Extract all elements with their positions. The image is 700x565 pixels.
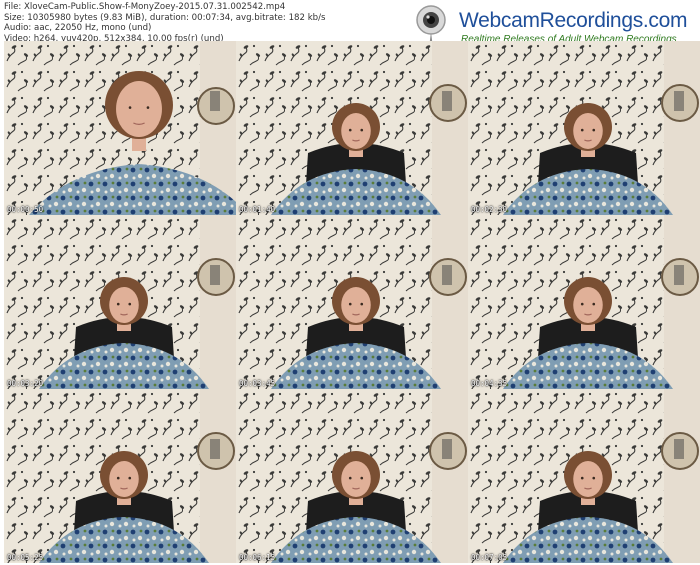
frame-timestamp: 00:00:50 bbox=[7, 205, 44, 214]
thumbnail-frame: 00:03:45 bbox=[236, 215, 468, 389]
frame-image bbox=[468, 389, 700, 563]
frame-timestamp: 00:03:20 bbox=[7, 379, 44, 388]
thumbnail-frame: 00:06:15 bbox=[236, 389, 468, 563]
frame-timestamp: 00:01:40 bbox=[239, 205, 276, 214]
thumbnail-frame: 00:07:05 bbox=[468, 389, 700, 563]
thumbnail-frame: 00:02:30 bbox=[468, 41, 700, 215]
frame-image bbox=[236, 389, 468, 563]
frame-image bbox=[236, 215, 468, 389]
frame-timestamp: 00:06:15 bbox=[239, 553, 276, 562]
frame-image bbox=[4, 41, 236, 215]
frame-image bbox=[468, 215, 700, 389]
frame-image bbox=[4, 389, 236, 563]
thumbnail-frame: 00:04:35 bbox=[468, 215, 700, 389]
frame-timestamp: 00:04:35 bbox=[471, 379, 508, 388]
file-info: File: XloveCam-Public.Show-f-MonyZoey-20… bbox=[4, 2, 326, 44]
thumbnail-frame: 00:03:20 bbox=[4, 215, 236, 389]
thumbnail-frame: 00:01:40 bbox=[236, 41, 468, 215]
thumbnail-frame: 00:05:25 bbox=[4, 389, 236, 563]
frame-image bbox=[236, 41, 468, 215]
frame-timestamp: 00:07:05 bbox=[471, 553, 508, 562]
frame-timestamp: 00:02:30 bbox=[471, 205, 508, 214]
frame-image bbox=[468, 41, 700, 215]
file-name: File: XloveCam-Public.Show-f-MonyZoey-20… bbox=[4, 2, 286, 12]
frame-timestamp: 00:05:25 bbox=[7, 553, 44, 562]
frame-image bbox=[4, 215, 236, 389]
frame-timestamp: 00:03:45 bbox=[239, 379, 276, 388]
file-size: Size: 10305980 bytes (9.83 MiB), duratio… bbox=[4, 12, 326, 23]
brand-name: WebcamRecordings.com bbox=[459, 9, 688, 32]
thumbnail-frame: 00:00:50 bbox=[4, 41, 236, 215]
audio-info: Audio: aac, 22050 Hz, mono (und) bbox=[4, 23, 152, 34]
